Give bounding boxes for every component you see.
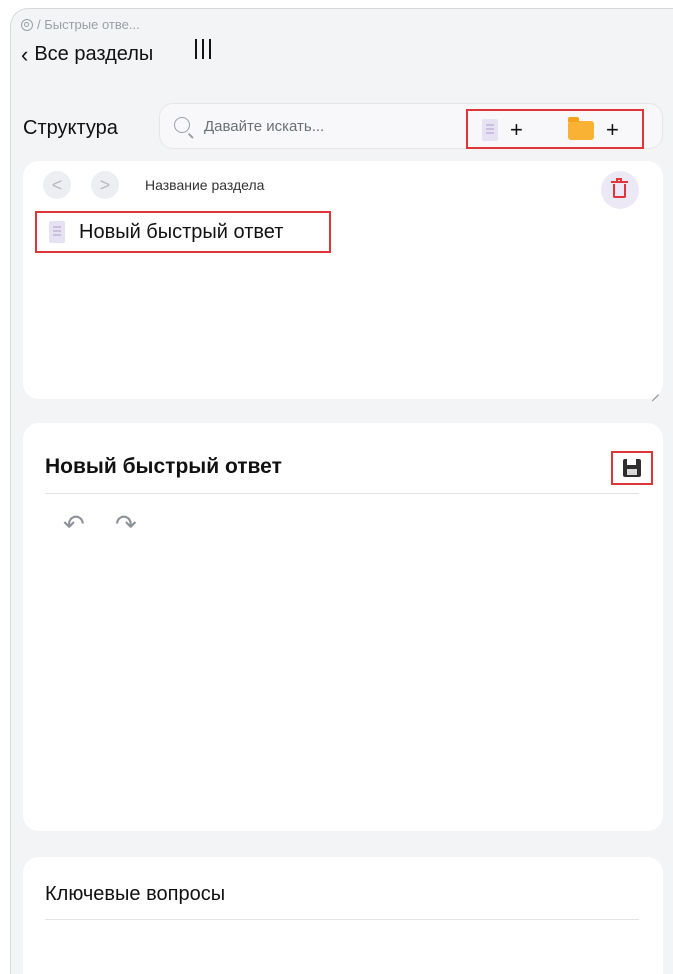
nav-back-button[interactable]: < [43,171,71,199]
breadcrumb[interactable]: / Быстрые отве... [21,17,140,32]
divider [45,493,639,494]
divider [45,919,639,920]
back-label: Все разделы [34,43,154,65]
document-icon [49,221,65,243]
editor-title[interactable]: Новый быстрый ответ [45,455,282,479]
search-placeholder: Давайте искать... [204,118,325,135]
add-document-button[interactable]: + [482,116,523,144]
chevron-left-icon: ‹ [21,41,29,67]
folder-icon [568,116,594,140]
breadcrumb-text: / Быстрые отве... [37,17,140,32]
document-icon [482,119,498,141]
add-folder-button[interactable]: + [568,116,619,144]
editor-panel: Новый быстрый ответ ↶ ↷ [23,423,663,831]
plus-icon: + [606,117,619,142]
floppy-disk-icon [623,459,641,477]
delete-button[interactable] [601,171,639,209]
structure-panel: < > Название раздела Новый быстрый ответ [23,161,663,399]
search-icon [174,117,190,133]
save-button[interactable] [611,451,653,485]
structure-label: Структура [23,117,118,139]
key-questions-panel: Ключевые вопросы [23,857,663,974]
trash-icon [611,178,628,183]
key-questions-title: Ключевые вопросы [45,883,226,905]
add-actions-group: + + [466,109,644,149]
home-icon [21,18,33,31]
columns-icon[interactable] [195,39,211,59]
back-to-sections-link[interactable]: ‹ Все разделы [21,43,153,66]
app-frame: / Быстрые отве... ‹ Все разделы Структур… [10,8,673,974]
tree-item-label: Новый быстрый ответ [79,220,284,243]
nav-forward-button[interactable]: > [91,171,119,199]
plus-icon: + [510,117,523,142]
section-name-label: Название раздела [145,177,265,193]
tree-item-new-quick-reply[interactable]: Новый быстрый ответ [35,211,331,253]
resize-handle[interactable] [651,387,659,395]
undo-button[interactable]: ↶ [63,509,85,540]
redo-button[interactable]: ↷ [115,509,137,540]
